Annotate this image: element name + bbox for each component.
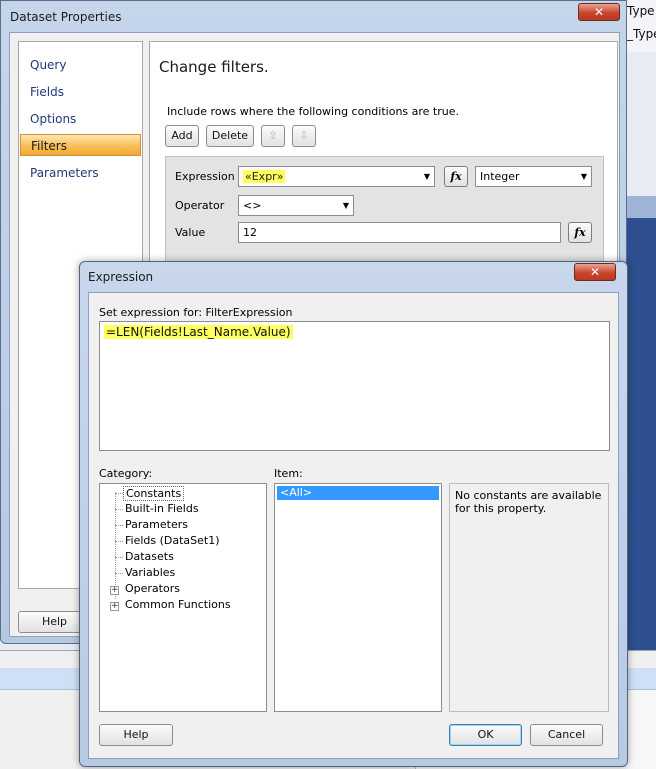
close-icon: ✕ <box>593 5 605 19</box>
dialog-close-button[interactable]: ✕ <box>574 263 616 281</box>
value-input[interactable]: 12 <box>238 222 561 243</box>
background-column-header: _Type <box>627 27 656 41</box>
type-value: Integer <box>480 170 520 183</box>
close-icon: ✕ <box>589 265 601 279</box>
sidebar-item-query[interactable]: Query <box>20 54 141 76</box>
value-text: 12 <box>243 226 257 239</box>
tree-item-constants[interactable]: Constants <box>123 486 185 501</box>
value-fx-button[interactable]: fx <box>568 222 592 243</box>
function-icon: fx <box>450 170 462 183</box>
background-panel-header <box>627 196 656 218</box>
value-label: Value <box>175 226 206 239</box>
add-button[interactable]: Add <box>165 125 199 147</box>
expression-placeholder: «Expr» <box>243 170 286 183</box>
expression-text: =LEN(Fields!Last_Name.Value) <box>104 325 293 339</box>
expression-editor[interactable]: =LEN(Fields!Last_Name.Value) <box>99 321 610 451</box>
sidebar-item-filters[interactable]: Filters <box>20 134 141 156</box>
expression-dialog: Expression ✕ Set expression for: FilterE… <box>79 261 628 767</box>
operator-label: Operator <box>175 199 225 212</box>
filter-row-panel: Expression «Expr» ▼ fx Integer ▼ Operato… <box>165 156 604 266</box>
move-down-button[interactable]: ⇩ <box>292 125 316 147</box>
dialog-title: Expression <box>88 270 154 284</box>
expression-label: Expression <box>175 170 235 183</box>
item-label: Item: <box>274 467 303 480</box>
filter-instruction: Include rows where the following conditi… <box>167 105 459 118</box>
function-icon: fx <box>574 226 586 239</box>
sidebar-item-parameters[interactable]: Parameters <box>20 162 141 184</box>
expand-icon[interactable]: + <box>110 602 119 611</box>
tree-guide <box>115 493 123 494</box>
tree-item-fields[interactable]: Fields (DataSet1) <box>125 534 220 547</box>
tree-guide <box>115 525 123 526</box>
page-title: Change filters. <box>159 58 269 76</box>
cancel-button[interactable]: Cancel <box>530 724 603 746</box>
tree-item-datasets[interactable]: Datasets <box>125 550 174 563</box>
list-item-all[interactable]: <All> <box>277 486 439 500</box>
item-list: <All> <box>274 483 442 712</box>
tree-guide <box>115 557 123 558</box>
tree-item-parameters[interactable]: Parameters <box>125 518 188 531</box>
tree-item-operators[interactable]: Operators <box>125 582 180 595</box>
item-description: No constants are available for this prop… <box>449 483 609 712</box>
move-up-button[interactable]: ⇧ <box>261 125 285 147</box>
operator-value: <> <box>243 199 262 212</box>
tree-guide <box>115 509 123 510</box>
dialog-client-area: Set expression for: FilterExpression =LE… <box>88 292 619 759</box>
tree-guide <box>115 573 123 574</box>
background-column-header: Type <box>627 4 655 18</box>
tree-item-variables[interactable]: Variables <box>125 566 175 579</box>
dialog-help-button[interactable]: Help <box>99 724 173 746</box>
chevron-down-icon: ▼ <box>423 172 430 181</box>
tree-item-built-in-fields[interactable]: Built-in Fields <box>125 502 199 515</box>
operator-select[interactable]: <> ▼ <box>238 195 354 216</box>
delete-button[interactable]: Delete <box>206 125 254 147</box>
arrow-down-icon: ⇩ <box>299 129 309 142</box>
ok-button[interactable]: OK <box>449 724 522 746</box>
category-label: Category: <box>99 467 153 480</box>
chevron-down-icon: ▼ <box>580 172 587 181</box>
sidebar-item-options[interactable]: Options <box>20 108 141 130</box>
window-title: Dataset Properties <box>10 10 122 24</box>
background-panel <box>627 196 656 666</box>
sidebar-item-fields[interactable]: Fields <box>20 81 141 103</box>
expression-fx-button[interactable]: fx <box>444 166 468 187</box>
expression-combo[interactable]: «Expr» ▼ <box>238 166 435 187</box>
tree-item-common-functions[interactable]: Common Functions <box>125 598 231 611</box>
tree-guide <box>115 541 123 542</box>
close-button[interactable]: ✕ <box>578 3 620 21</box>
set-expression-label: Set expression for: FilterExpression <box>99 306 293 319</box>
chevron-down-icon: ▼ <box>342 201 349 210</box>
arrow-up-icon: ⇧ <box>268 129 278 142</box>
type-select[interactable]: Integer ▼ <box>475 166 592 187</box>
expand-icon[interactable]: + <box>110 586 119 595</box>
category-tree: Constants Built-in Fields Parameters Fie… <box>99 483 267 712</box>
